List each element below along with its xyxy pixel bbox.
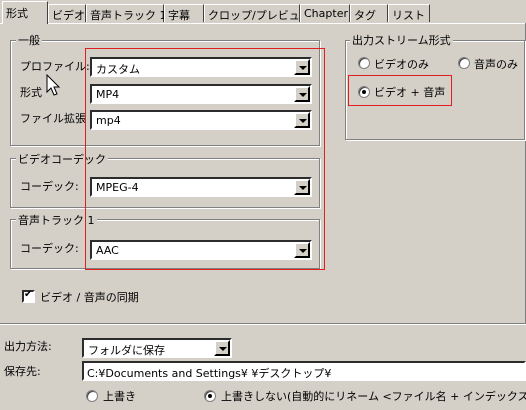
tab-list[interactable]: リスト — [388, 4, 430, 22]
sync-checkbox[interactable] — [22, 289, 35, 303]
destination-value: C:¥Documents and Settings¥ ¥デスクトップ¥ — [87, 367, 332, 380]
radio-overwrite[interactable] — [86, 390, 98, 402]
radio-no-overwrite[interactable] — [204, 390, 216, 402]
radio-no-overwrite-label: 上書きしない(自動的にリネーム <ファイル名 + インデックス>) — [221, 390, 526, 403]
tab-subtitles[interactable]: 字幕 — [164, 4, 204, 22]
profile-label: プロファイル: — [20, 60, 90, 73]
general-group-title: 一般 — [16, 32, 42, 48]
output-method-value: フォルダに保存 — [88, 344, 165, 357]
tab-audio-track[interactable]: 音声トラック 1 — [86, 4, 167, 22]
destination-input[interactable]: C:¥Documents and Settings¥ ¥デスクトップ¥ — [82, 361, 526, 381]
tab-chapter[interactable]: Chapter — [300, 4, 350, 22]
tab-format[interactable]: 形式 — [2, 1, 48, 24]
destination-label: 保存先: — [4, 365, 41, 378]
output-method-label: 出力方法: — [4, 340, 52, 353]
radio-overwrite-label: 上書き — [103, 390, 136, 403]
extension-label: ファイル拡張 — [20, 112, 86, 125]
radio-video-only[interactable] — [358, 57, 370, 69]
highlight-frame-combos — [85, 48, 325, 270]
output-method-dropdown-arrow-icon[interactable] — [214, 340, 230, 356]
format-label: 形式 — [20, 86, 42, 99]
radio-audio-only[interactable] — [458, 57, 470, 69]
highlight-frame-stream — [348, 75, 452, 106]
audio-codec-label: コーデック: — [20, 242, 79, 255]
tab-bar: 形式 ビデオ 音声トラック 1 字幕 クロップ/プレビュー Chapter タグ… — [0, 0, 526, 24]
radio-video-only-label: ビデオのみ — [374, 58, 429, 71]
video-codec-label: コーデック: — [20, 180, 79, 193]
tab-divider — [0, 23, 526, 24]
separator-highlight — [0, 324, 526, 325]
output-method-select[interactable]: フォルダに保存 — [82, 338, 232, 358]
sync-label: ビデオ / 音声の同期 — [40, 291, 139, 304]
stream-format-group-title: 出力ストリーム形式 — [350, 32, 453, 48]
tab-tags[interactable]: タグ — [350, 4, 388, 22]
tab-crop-preview[interactable]: クロップ/プレビュー — [204, 4, 311, 22]
radio-audio-only-label: 音声のみ — [474, 58, 518, 71]
mouse-pointer-icon — [46, 74, 61, 96]
tab-video[interactable]: ビデオ — [48, 4, 86, 22]
